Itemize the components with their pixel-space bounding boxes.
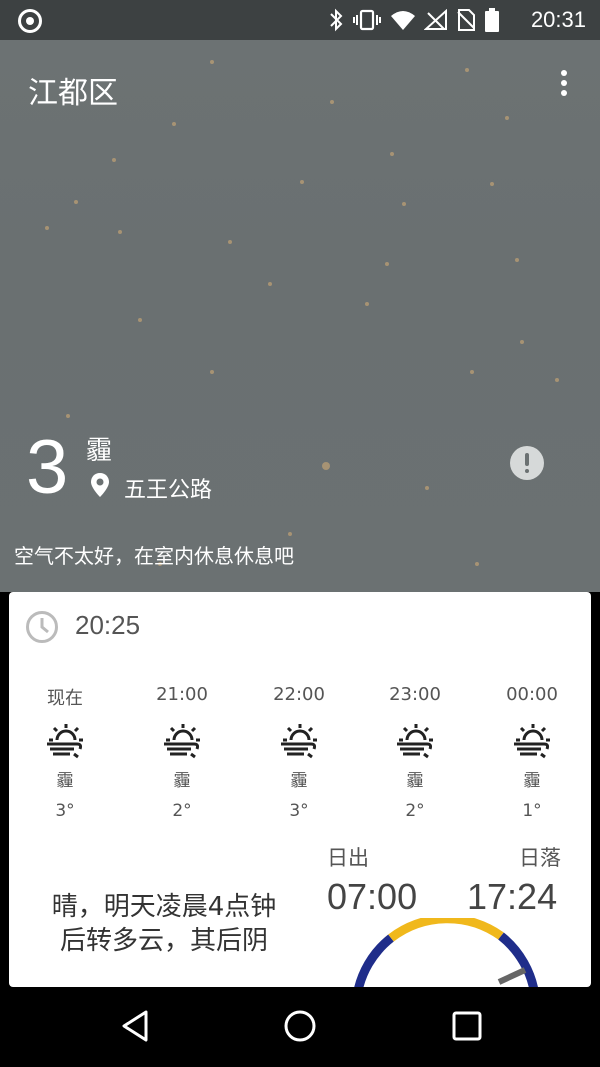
district-title: 江都区 — [28, 76, 118, 111]
hazy-sun-icon — [512, 722, 552, 759]
hour-time: 22:00 — [273, 684, 325, 705]
vibrate-icon — [352, 9, 382, 31]
air-advice: 空气不太好，在室内休息休息吧 — [14, 544, 294, 568]
status-bar: 20:31 — [0, 0, 600, 40]
hazy-sun-icon — [45, 722, 85, 759]
hour-temp: 3° — [289, 801, 309, 821]
hazy-sun-icon — [395, 722, 435, 759]
hour-time: 现在 — [47, 688, 83, 709]
hazy-sun-icon — [279, 722, 319, 759]
sunrise-time: 07:00 — [327, 876, 418, 917]
recents-icon[interactable] — [450, 1009, 484, 1047]
location-pin-icon — [90, 472, 110, 502]
notification-circle-icon — [18, 9, 42, 33]
status-time: 20:31 — [530, 7, 586, 32]
station-name[interactable]: 五王公路 — [124, 472, 212, 504]
hour-condition: 霾 — [173, 771, 191, 791]
hazy-sun-icon — [162, 722, 202, 759]
battery-icon — [484, 7, 500, 33]
hour-item: 21:00 霾 2° — [132, 684, 232, 821]
update-time: 20:25 — [75, 610, 141, 640]
hour-condition: 霾 — [56, 771, 74, 791]
status-icons — [328, 6, 500, 34]
back-icon[interactable] — [118, 1009, 152, 1047]
hour-item: 00:00 霾 1° — [482, 684, 582, 821]
hour-temp: 3° — [55, 801, 75, 821]
hour-condition: 霾 — [406, 771, 424, 791]
sunrise-label: 日出 — [327, 846, 369, 870]
sunset-time: 17:24 — [467, 876, 558, 917]
hour-time: 00:00 — [506, 684, 558, 705]
sun-arc-dial — [354, 918, 538, 987]
aqi-level: 霾 — [86, 436, 113, 466]
clock-icon — [25, 610, 59, 648]
weather-hero: 江都区 3 霾 五王公路 空气不太好，在室内休息休息吧 — [0, 40, 600, 592]
sunset-label: 日落 — [519, 846, 561, 870]
hour-time: 23:00 — [389, 684, 441, 705]
hour-temp: 2° — [405, 801, 425, 821]
hour-temp: 2° — [172, 801, 192, 821]
hourly-forecast: 现在 霾 3° 21:00 霾 2° 22:00 霾 3° 23:00 霾 2°… — [9, 684, 591, 824]
no-sim-icon — [456, 8, 476, 32]
no-signal-icon — [424, 9, 448, 31]
bluetooth-icon — [328, 8, 344, 32]
overflow-menu-icon[interactable] — [556, 70, 572, 102]
wifi-icon — [390, 9, 416, 31]
warning-icon[interactable] — [510, 446, 544, 480]
hour-item: 现在 霾 3° — [15, 684, 115, 821]
hour-temp: 1° — [522, 801, 542, 821]
home-icon[interactable] — [283, 1009, 317, 1047]
hour-condition: 霾 — [523, 771, 541, 791]
hour-time: 21:00 — [156, 684, 208, 705]
hour-item: 22:00 霾 3° — [249, 684, 349, 821]
navigation-bar — [0, 987, 600, 1067]
forecast-card: 20:25 现在 霾 3° 21:00 霾 2° 22:00 霾 3° 23:0… — [9, 592, 591, 987]
hour-condition: 霾 — [290, 771, 308, 791]
aqi-value: 3 — [26, 425, 69, 510]
hour-item: 23:00 霾 2° — [365, 684, 465, 821]
forecast-summary: 晴，明天凌晨4点钟后转多云，其后阴 — [51, 892, 277, 956]
